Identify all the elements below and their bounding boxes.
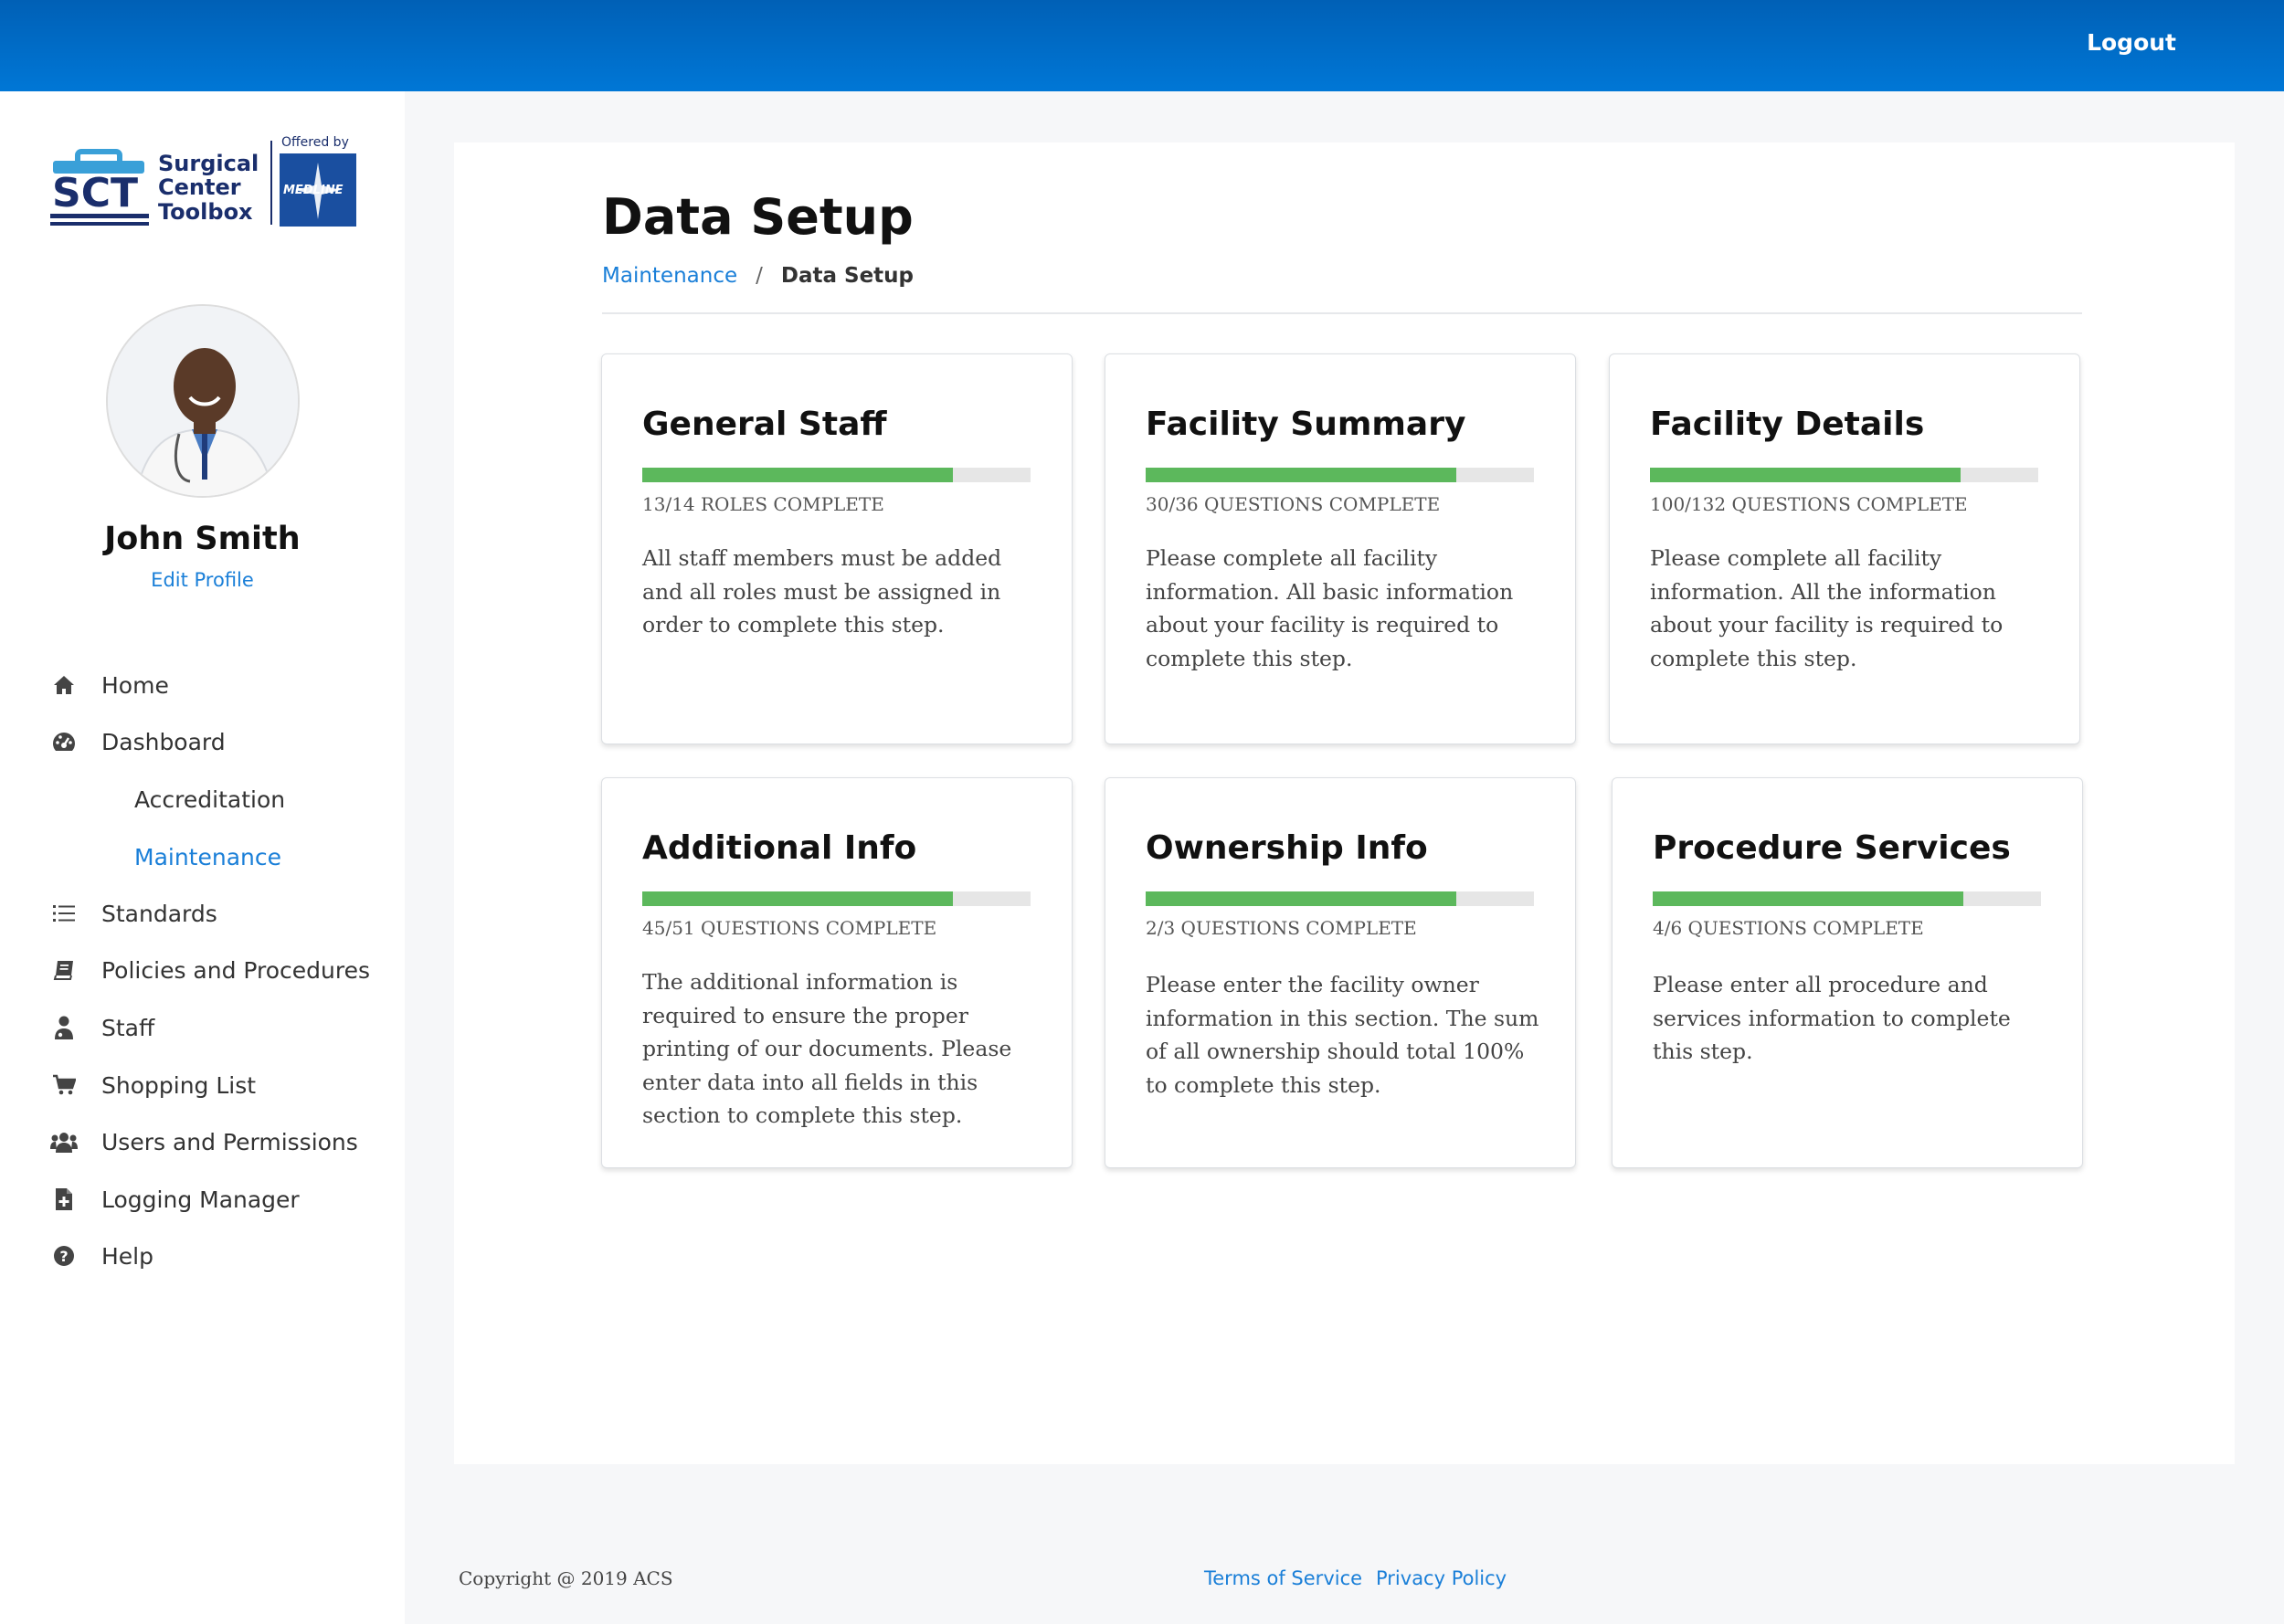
logout-button[interactable]: Logout bbox=[2087, 29, 2176, 56]
progress-label: 2/3 QUESTIONS COMPLETE bbox=[1146, 917, 1417, 939]
card-title: Procedure Services bbox=[1653, 829, 2011, 867]
card-additional-info[interactable]: Additional Info 45/51 QUESTIONS COMPLETE… bbox=[601, 777, 1073, 1168]
progress-label: 4/6 QUESTIONS COMPLETE bbox=[1653, 917, 1924, 939]
sidebar-item-label: Home bbox=[101, 671, 169, 699]
progress-bar bbox=[642, 891, 1031, 906]
card-description: Please complete all facility information… bbox=[1146, 545, 1514, 671]
progress-fill bbox=[1146, 891, 1456, 906]
card-facility-summary[interactable]: Facility Summary 30/36 QUESTIONS COMPLET… bbox=[1105, 353, 1576, 744]
card-title: General Staff bbox=[642, 406, 887, 443]
sidebar-item-logging-manager[interactable]: Logging Manager bbox=[50, 1181, 300, 1218]
sidebar-item-maintenance[interactable]: Maintenance bbox=[134, 838, 281, 875]
progress-fill bbox=[1650, 468, 1961, 482]
doctor-avatar-icon bbox=[108, 306, 298, 496]
progress-label: 100/132 QUESTIONS COMPLETE bbox=[1650, 493, 1968, 515]
progress-fill bbox=[642, 468, 953, 482]
file-plus-icon bbox=[50, 1186, 78, 1213]
breadcrumb: Maintenance / Data Setup bbox=[602, 264, 914, 288]
sidebar-item-accreditation[interactable]: Accreditation bbox=[134, 781, 285, 817]
title-divider bbox=[602, 312, 2082, 314]
sidebar-item-dashboard[interactable]: Dashboard bbox=[50, 723, 226, 760]
sidebar-item-label: Logging Manager bbox=[101, 1186, 300, 1213]
card-facility-details[interactable]: Facility Details 100/132 QUESTIONS COMPL… bbox=[1609, 353, 2080, 744]
card-title: Additional Info bbox=[642, 829, 917, 867]
book-icon bbox=[50, 956, 78, 984]
dashboard-icon bbox=[50, 728, 78, 755]
sidebar-item-label: Help bbox=[101, 1242, 153, 1270]
progress-label: 30/36 QUESTIONS COMPLETE bbox=[1146, 493, 1441, 515]
progress-bar bbox=[1653, 891, 2041, 906]
privacy-policy-link[interactable]: Privacy Policy bbox=[1376, 1567, 1507, 1589]
sidebar-item-home[interactable]: Home bbox=[50, 667, 169, 703]
sidebar-item-label: Standards bbox=[101, 900, 217, 927]
card-procedure-services[interactable]: Procedure Services 4/6 QUESTIONS COMPLET… bbox=[1612, 777, 2083, 1168]
sidebar: SCT Surgical Center Toolbox Offered by M… bbox=[0, 91, 405, 1624]
sidebar-item-users-permissions[interactable]: Users and Permissions bbox=[50, 1123, 358, 1160]
card-description: Please complete all facility information… bbox=[1650, 545, 2004, 671]
card-title: Ownership Info bbox=[1146, 829, 1428, 867]
progress-fill bbox=[642, 891, 953, 906]
progress-fill bbox=[1653, 891, 1963, 906]
progress-bar bbox=[1146, 468, 1534, 482]
progress-bar bbox=[1146, 891, 1534, 906]
sidebar-item-label: Policies and Procedures bbox=[101, 956, 371, 984]
logo-offered-by: Offered by bbox=[281, 135, 349, 150]
home-icon bbox=[50, 671, 78, 699]
sidebar-item-shopping-list[interactable]: Shopping List bbox=[50, 1067, 256, 1103]
logo-line-2: Center bbox=[158, 174, 241, 200]
terms-of-service-link[interactable]: Terms of Service bbox=[1204, 1567, 1362, 1589]
progress-label: 45/51 QUESTIONS COMPLETE bbox=[642, 917, 937, 939]
surgical-center-toolbox-logo[interactable]: SCT Surgical Center Toolbox Offered by M… bbox=[50, 135, 356, 228]
sidebar-item-help[interactable]: ? Help bbox=[50, 1238, 153, 1274]
sidebar-item-staff[interactable]: Staff bbox=[50, 1009, 154, 1046]
logo-line-3: Toolbox bbox=[158, 199, 253, 225]
main-content-panel: Data Setup Maintenance / Data Setup Gene… bbox=[454, 142, 2235, 1464]
progress-bar bbox=[1650, 468, 2038, 482]
user-name: John Smith bbox=[104, 521, 301, 557]
sidebar-item-label: Users and Permissions bbox=[101, 1128, 358, 1155]
breadcrumb-separator: / bbox=[756, 264, 763, 288]
page-title: Data Setup bbox=[602, 188, 914, 246]
sidebar-item-label: Accreditation bbox=[134, 786, 286, 813]
sidebar-item-label: Shopping List bbox=[101, 1071, 257, 1099]
sidebar-item-label: Staff bbox=[101, 1014, 155, 1041]
sidebar-item-policies[interactable]: Policies and Procedures bbox=[50, 952, 370, 988]
card-description: All staff members must be added and all … bbox=[642, 545, 1002, 638]
avatar[interactable] bbox=[106, 304, 300, 498]
card-title: Facility Summary bbox=[1146, 406, 1466, 443]
card-general-staff[interactable]: General Staff 13/14 ROLES COMPLETE All s… bbox=[601, 353, 1073, 744]
edit-profile-link[interactable]: Edit Profile bbox=[0, 569, 405, 591]
breadcrumb-maintenance-link[interactable]: Maintenance bbox=[602, 264, 737, 288]
card-title: Facility Details bbox=[1650, 406, 1925, 443]
sidebar-item-label: Maintenance bbox=[134, 843, 281, 870]
progress-label: 13/14 ROLES COMPLETE bbox=[642, 493, 884, 515]
card-ownership-info[interactable]: Ownership Info 2/3 QUESTIONS COMPLETE Pl… bbox=[1105, 777, 1576, 1168]
list-icon bbox=[50, 900, 78, 927]
staff-icon bbox=[50, 1014, 78, 1041]
help-icon: ? bbox=[50, 1242, 78, 1270]
breadcrumb-current: Data Setup bbox=[780, 264, 915, 288]
card-description: Please enter all procedure and services … bbox=[1653, 972, 2011, 1064]
top-header-bar: Logout bbox=[0, 0, 2284, 91]
svg-text:?: ? bbox=[59, 1248, 68, 1265]
cart-icon bbox=[50, 1071, 78, 1099]
progress-fill bbox=[1146, 468, 1456, 482]
sidebar-item-label: Dashboard bbox=[101, 728, 226, 755]
sidebar-item-standards[interactable]: Standards bbox=[50, 895, 217, 932]
logo-abbr: SCT bbox=[52, 170, 138, 216]
card-description: Please enter the facility owner informat… bbox=[1146, 972, 1539, 1098]
card-description: The additional information is required t… bbox=[642, 969, 1012, 1128]
logo-line-1: Surgical bbox=[158, 151, 259, 176]
progress-bar bbox=[642, 468, 1031, 482]
users-icon bbox=[50, 1128, 78, 1155]
copyright-text: Copyright @ 2019 ACS bbox=[459, 1567, 673, 1589]
